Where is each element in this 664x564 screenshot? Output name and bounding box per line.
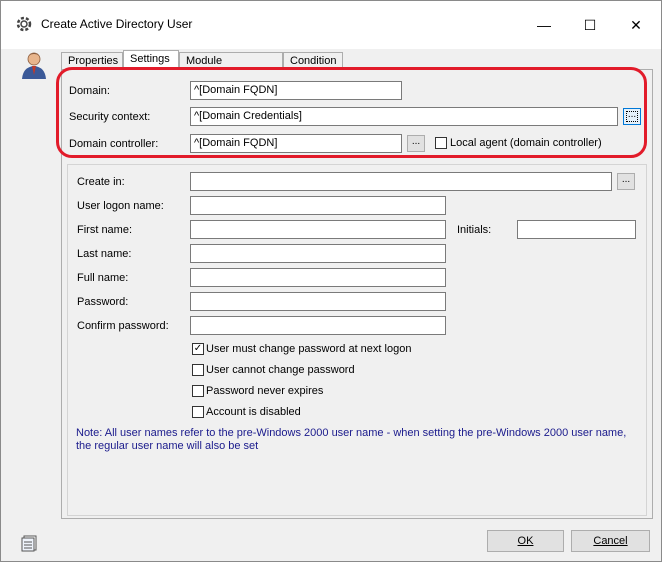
password-field[interactable]: [190, 292, 446, 311]
note-text: Note: All user names refer to the pre-Wi…: [76, 427, 636, 453]
create-in-field[interactable]: [190, 172, 612, 191]
maximize-button[interactable]: ☐: [567, 1, 613, 49]
user-logon-name-field[interactable]: [190, 196, 446, 215]
confirm-password-field[interactable]: [190, 316, 446, 335]
account-disabled-checkbox[interactable]: [192, 406, 204, 418]
domain-controller-label: Domain controller:: [69, 138, 159, 150]
full-name-label: Full name:: [77, 272, 129, 284]
gear-icon: [15, 15, 33, 33]
dialog-window: Create Active Directory User — ☐ ✕ Prope…: [0, 0, 662, 562]
domain-field[interactable]: ^[Domain FQDN]: [190, 81, 402, 100]
create-in-browse-button[interactable]: ...: [617, 173, 635, 190]
first-name-label: First name:: [77, 224, 133, 236]
tab-condition[interactable]: Condition: [283, 52, 343, 69]
cancel-button[interactable]: Cancel: [571, 530, 650, 552]
security-context-field[interactable]: ^[Domain Credentials]: [190, 107, 618, 126]
tab-settings[interactable]: Settings: [123, 50, 179, 69]
domain-controller-browse-button[interactable]: ...: [407, 135, 425, 152]
domain-controller-field[interactable]: ^[Domain FQDN]: [190, 134, 402, 153]
local-agent-label: Local agent (domain controller): [450, 137, 602, 149]
last-name-label: Last name:: [77, 248, 132, 260]
local-agent-checkbox[interactable]: [435, 137, 447, 149]
domain-label: Domain:: [69, 85, 110, 97]
last-name-field[interactable]: [190, 244, 446, 263]
cannot-change-password-label: User cannot change password: [206, 364, 355, 376]
initials-field[interactable]: [517, 220, 636, 239]
window-title: Create Active Directory User: [41, 17, 193, 31]
user-details-frame: [67, 164, 647, 516]
full-name-field[interactable]: [190, 268, 446, 287]
security-context-browse-button[interactable]: ...: [623, 108, 641, 125]
tab-properties[interactable]: Properties: [61, 52, 123, 69]
password-never-expires-checkbox[interactable]: [192, 385, 204, 397]
log-icon[interactable]: [21, 534, 39, 552]
first-name-field[interactable]: [190, 220, 446, 239]
create-in-label: Create in:: [77, 176, 125, 188]
security-context-label: Security context:: [69, 111, 151, 123]
note-line-1: Note: All user names refer to the pre-Wi…: [76, 427, 627, 439]
user-avatar-icon: [19, 51, 49, 79]
ok-button[interactable]: OK: [487, 530, 564, 552]
cannot-change-password-checkbox[interactable]: [192, 364, 204, 376]
title-bar: Create Active Directory User — ☐ ✕: [1, 1, 661, 49]
password-label: Password:: [77, 296, 129, 308]
password-never-expires-label: Password never expires: [206, 385, 324, 397]
initials-label: Initials:: [457, 224, 492, 236]
minimize-button[interactable]: —: [521, 1, 567, 49]
user-logon-name-label: User logon name:: [77, 200, 164, 212]
must-change-password-label: User must change password at next logon: [206, 343, 412, 355]
must-change-password-checkbox[interactable]: ✓: [192, 343, 204, 355]
note-line-2: the regular user name will also be set: [76, 440, 259, 452]
account-disabled-label: Account is disabled: [206, 406, 301, 418]
confirm-password-label: Confirm password:: [77, 320, 169, 332]
tab-module-parameters[interactable]: Module Parameters: [179, 52, 283, 84]
ok-label: OK: [517, 535, 534, 547]
cancel-label: Cancel: [593, 535, 628, 547]
close-button[interactable]: ✕: [613, 1, 659, 49]
